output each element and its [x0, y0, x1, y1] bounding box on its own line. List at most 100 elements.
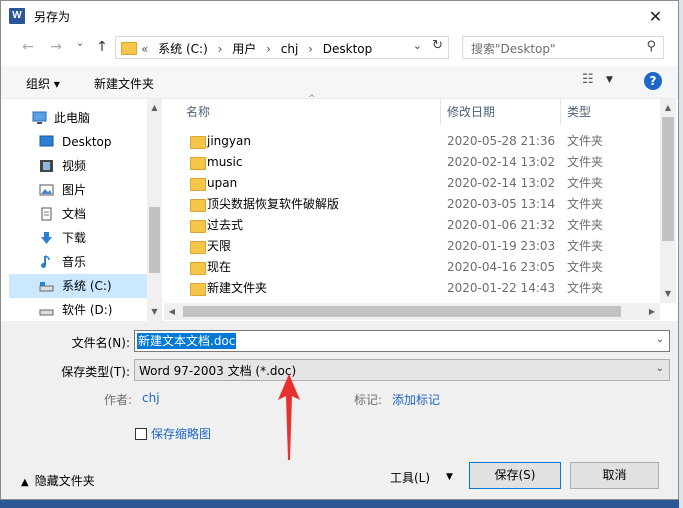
- address-bar[interactable]: « 系统 (C:) › 用户 › chj › Desktop ⌄ ↻: [115, 36, 449, 59]
- sidebar-item-drive-d[interactable]: 软件 (D:): [9, 298, 147, 322]
- breadcrumb-drive[interactable]: 系统 (C:): [158, 42, 208, 56]
- column-divider[interactable]: [440, 99, 441, 125]
- folder-icon: [190, 283, 206, 296]
- file-type: 文件夹: [567, 176, 604, 190]
- file-date: 2020-05-28 21:36: [447, 134, 556, 148]
- file-type: 文件夹: [567, 218, 604, 232]
- sidebar-item-this-pc[interactable]: 此电脑: [9, 106, 147, 130]
- drive-icon: [39, 309, 54, 316]
- chevron-down-icon[interactable]: ⌄: [413, 39, 422, 52]
- window-title: 另存为: [34, 10, 71, 24]
- music-icon: [41, 255, 50, 268]
- file-name: 现在: [207, 260, 232, 274]
- scroll-right-icon[interactable]: ▶: [644, 307, 660, 316]
- sidebar-item-desktop[interactable]: Desktop: [9, 130, 147, 154]
- file-name: 新建文件夹: [207, 281, 268, 295]
- scroll-up-icon[interactable]: ▲: [147, 103, 162, 112]
- refresh-icon[interactable]: ↻: [432, 38, 443, 53]
- author-value[interactable]: chj: [142, 391, 160, 405]
- new-folder-button[interactable]: 新建文件夹: [94, 75, 154, 92]
- sidebar-item-label: 音乐: [62, 255, 87, 269]
- close-button[interactable]: ✕: [633, 1, 678, 32]
- sidebar-item-videos[interactable]: 视频: [9, 154, 147, 178]
- save-button[interactable]: 保存(S): [469, 462, 561, 489]
- search-input[interactable]: 搜索"Desktop" ⚲: [462, 36, 664, 59]
- chevron-down-icon[interactable]: ▼: [446, 472, 453, 482]
- scroll-left-icon[interactable]: ◀: [164, 307, 180, 316]
- file-name: upan: [207, 176, 238, 190]
- search-icon[interactable]: ⚲: [646, 39, 656, 54]
- breadcrumb-users[interactable]: 用户: [232, 42, 256, 56]
- sidebar-item-music[interactable]: 音乐: [9, 250, 147, 274]
- up-button[interactable]: ↑: [93, 39, 111, 55]
- word-icon: W: [9, 8, 25, 24]
- sidebar-item-label: 下载: [62, 231, 87, 245]
- list-item[interactable]: jingyan 2020-05-28 21:36 文件夹: [164, 131, 659, 152]
- cancel-button[interactable]: 取消: [570, 462, 659, 489]
- filetype-select[interactable]: Word 97-2003 文档 (*.doc) ⌄: [134, 359, 670, 381]
- breadcrumb-separator[interactable]: ›: [218, 42, 223, 56]
- breadcrumb-separator[interactable]: ›: [308, 42, 313, 56]
- chevron-down-icon[interactable]: ⌄: [656, 363, 664, 374]
- list-item[interactable]: music 2020-02-14 13:02 文件夹: [164, 152, 659, 173]
- filelist-horizontal-scrollbar[interactable]: ◀ ▶: [164, 303, 660, 320]
- scroll-up-icon[interactable]: ▲: [660, 103, 676, 112]
- file-type: 文件夹: [567, 260, 604, 274]
- breadcrumb-overflow[interactable]: «: [141, 42, 148, 56]
- sidebar-item-label: 文档: [62, 207, 87, 221]
- list-item[interactable]: 天限 2020-01-19 23:03 文件夹: [164, 236, 659, 257]
- folder-icon: [190, 136, 206, 149]
- save-thumbnail-checkbox[interactable]: [135, 428, 147, 440]
- scrollbar-thumb[interactable]: [183, 306, 621, 317]
- navigation-pane: 此电脑 Desktop 视频 图片 文档 下载 音乐 系统 (C:) 软件 (D…: [9, 99, 162, 321]
- file-type: 文件夹: [567, 281, 604, 295]
- sort-ascending-icon: ^: [308, 94, 316, 104]
- list-item[interactable]: 过去式 2020-01-06 21:32 文件夹: [164, 215, 659, 236]
- filelist-vertical-scrollbar[interactable]: ▲ ▼: [660, 99, 676, 303]
- organize-menu[interactable]: 组织 ▾: [26, 75, 60, 92]
- list-item[interactable]: 新建文件夹 2020-01-22 14:43 文件夹: [164, 278, 659, 299]
- file-type: 文件夹: [567, 134, 604, 148]
- list-item[interactable]: upan 2020-02-14 13:02 文件夹: [164, 173, 659, 194]
- breadcrumb-user[interactable]: chj: [281, 42, 299, 56]
- tags-value[interactable]: 添加标记: [392, 391, 440, 408]
- breadcrumb-desktop[interactable]: Desktop: [323, 42, 373, 56]
- sidebar-item-drive-c[interactable]: 系统 (C:): [9, 274, 147, 298]
- scrollbar-thumb[interactable]: [662, 117, 674, 241]
- sidebar-item-label: 系统 (C:): [62, 279, 112, 293]
- column-header-name[interactable]: 名称: [186, 99, 210, 125]
- column-header-date[interactable]: 修改日期: [447, 99, 495, 125]
- scrollbar-thumb[interactable]: [149, 207, 160, 273]
- hide-folders-button[interactable]: ▲ 隐藏文件夹: [21, 472, 95, 489]
- recent-locations-dropdown[interactable]: ⌄: [71, 36, 89, 49]
- chevron-down-icon[interactable]: ▼: [606, 75, 613, 85]
- list-item[interactable]: 顶尖数据恢复软件破解版 2020-03-05 13:14 文件夹: [164, 194, 659, 215]
- command-toolbar: 组织 ▾ 新建文件夹 ☷ ▼ ?: [1, 66, 678, 99]
- file-list: ^ 名称 修改日期 类型 jingyan 2020-05-28 21:36 文件…: [164, 94, 676, 321]
- file-type: 文件夹: [567, 155, 604, 169]
- view-options-icon[interactable]: ☷: [582, 72, 594, 87]
- file-date: 2020-03-05 13:14: [447, 197, 556, 211]
- sidebar-item-documents[interactable]: 文档: [9, 202, 147, 226]
- save-as-dialog: W 另存为 ✕ ← → ⌄ ↑ « 系统 (C:) › 用户 › chj › D…: [0, 0, 679, 500]
- save-thumbnail-label[interactable]: 保存缩略图: [151, 425, 211, 442]
- sidebar-scrollbar[interactable]: ▲ ▼: [147, 99, 162, 321]
- tools-menu[interactable]: 工具(L): [390, 469, 430, 486]
- scroll-down-icon[interactable]: ▼: [660, 289, 676, 298]
- column-header-type[interactable]: 类型: [567, 99, 591, 125]
- filename-field[interactable]: 新建文本文档.doc ⌄: [134, 330, 670, 352]
- back-button[interactable]: ←: [19, 39, 37, 55]
- column-divider[interactable]: [560, 99, 561, 125]
- filename-value[interactable]: 新建文本文档.doc: [137, 333, 237, 349]
- folder-icon: [190, 178, 206, 191]
- chevron-down-icon[interactable]: ⌄: [656, 334, 664, 345]
- sidebar-item-pictures[interactable]: 图片: [9, 178, 147, 202]
- forward-button[interactable]: →: [47, 39, 65, 55]
- scroll-down-icon[interactable]: ▼: [147, 307, 162, 316]
- list-item[interactable]: 现在 2020-04-16 23:05 文件夹: [164, 257, 659, 278]
- search-placeholder: 搜索"Desktop": [471, 42, 556, 56]
- help-button[interactable]: ?: [644, 72, 662, 90]
- file-date: 2020-01-06 21:32: [447, 218, 556, 232]
- sidebar-item-downloads[interactable]: 下载: [9, 226, 147, 250]
- breadcrumb-separator[interactable]: ›: [266, 42, 271, 56]
